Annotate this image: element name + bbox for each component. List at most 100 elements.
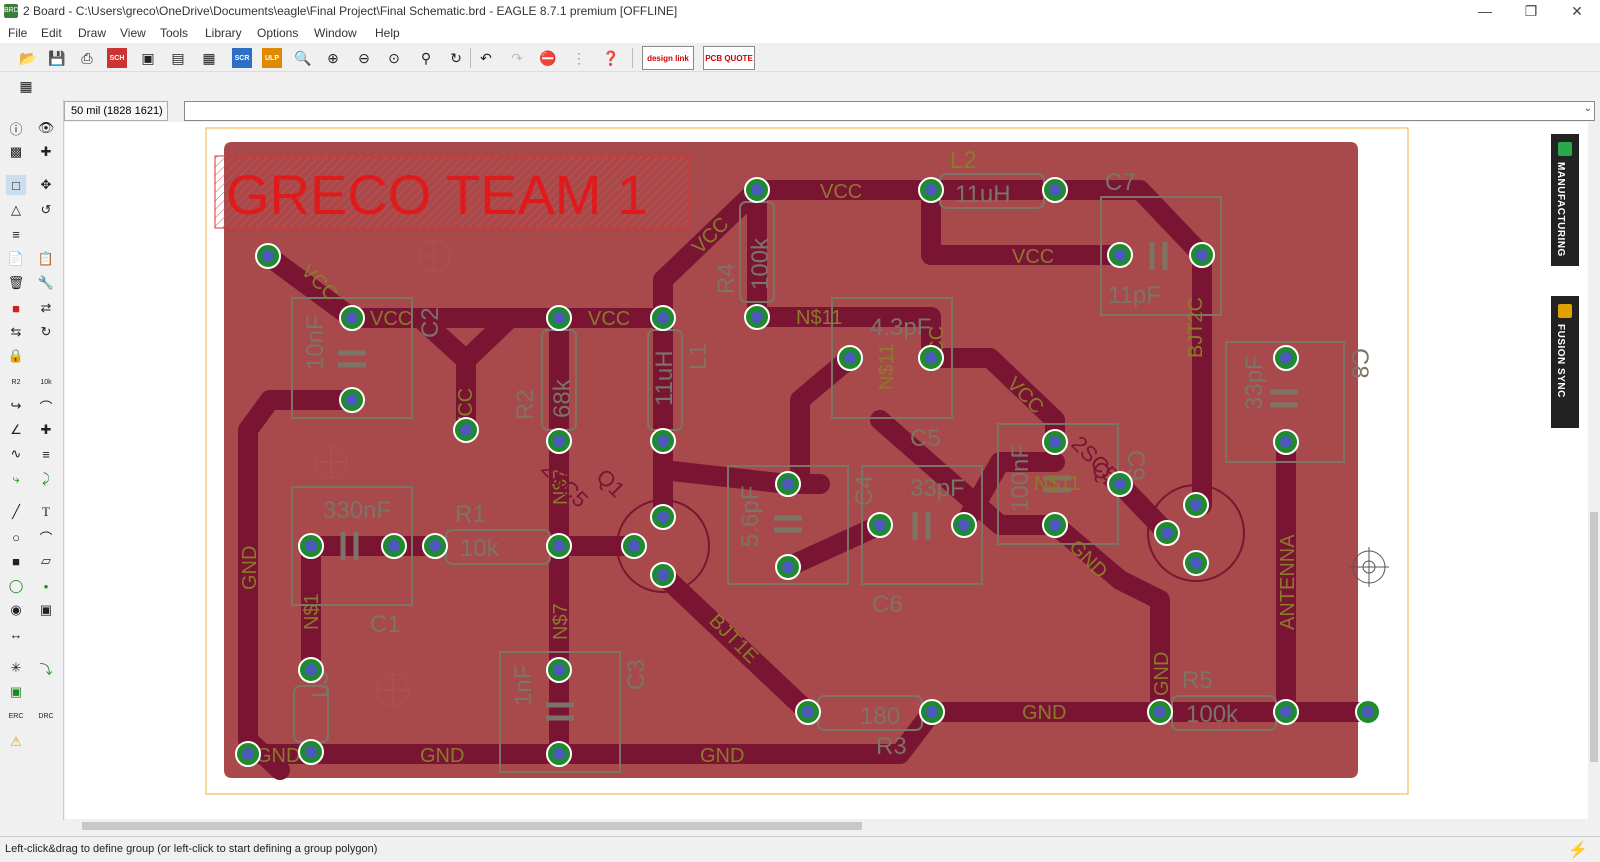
ripup-icon[interactable]: ⤸ bbox=[36, 469, 56, 489]
meander-icon[interactable]: ∿ bbox=[6, 444, 26, 464]
move-icon[interactable]: ✥ bbox=[36, 175, 56, 195]
mark-icon[interactable]: ✚ bbox=[36, 142, 56, 162]
save-icon[interactable]: 💾 bbox=[47, 48, 67, 68]
fusion-sync-tab[interactable]: FUSION SYNC bbox=[1551, 296, 1579, 428]
pad-hole bbox=[874, 519, 886, 531]
value-icon[interactable]: 10k bbox=[36, 372, 56, 392]
undo-icon[interactable]: ↶ bbox=[476, 48, 496, 68]
print-icon[interactable]: ⎙ bbox=[77, 48, 97, 68]
manufacturing-tab[interactable]: MANUFACTURING bbox=[1551, 134, 1579, 266]
menu-draw[interactable]: Draw bbox=[78, 26, 106, 40]
menu-library[interactable]: Library bbox=[205, 26, 242, 40]
close-button[interactable]: ✕ bbox=[1554, 0, 1600, 24]
horizontal-scroll-thumb[interactable] bbox=[82, 822, 862, 830]
pad-hole bbox=[1196, 249, 1208, 261]
pcb-layout[interactable]: GRECO TEAM 1 L2 11uH C7 11pF VCC VCC VCC… bbox=[65, 122, 1588, 819]
circle-icon[interactable]: ○ bbox=[6, 527, 26, 547]
rotate-icon[interactable]: ↺ bbox=[36, 200, 56, 220]
hole-icon[interactable]: ◉ bbox=[6, 600, 26, 620]
restore-button[interactable]: ❐ bbox=[1508, 0, 1554, 24]
pad-hole bbox=[657, 511, 669, 523]
minimize-button[interactable]: — bbox=[1462, 0, 1508, 24]
auto-place-icon[interactable]: ▣ bbox=[6, 682, 26, 702]
command-line-input[interactable]: ⌄ bbox=[184, 101, 1595, 121]
lightning-icon[interactable]: ⚡ bbox=[1568, 840, 1588, 859]
net-n11-1: N$11 bbox=[796, 307, 842, 329]
vertical-scroll-thumb[interactable] bbox=[1590, 512, 1598, 762]
arc-icon[interactable]: ⌒ bbox=[36, 527, 56, 547]
stop-icon[interactable]: ⛔ bbox=[538, 48, 558, 68]
pad-hole bbox=[844, 352, 856, 364]
menu-help[interactable]: Help bbox=[375, 26, 400, 40]
polygon-icon[interactable]: ▱ bbox=[36, 551, 56, 571]
group-icon[interactable]: □ bbox=[6, 175, 26, 195]
route-diff-icon[interactable]: ≡ bbox=[36, 444, 56, 464]
copy-icon[interactable]: 📄 bbox=[6, 249, 26, 269]
signal-icon[interactable]: • bbox=[36, 576, 56, 596]
display-layers-icon[interactable]: ▩ bbox=[6, 142, 26, 162]
lock-icon[interactable]: ↻ bbox=[36, 322, 56, 342]
pad-hole bbox=[242, 748, 254, 760]
miter-icon[interactable]: ⌒ bbox=[36, 396, 56, 416]
schematic-switch-icon[interactable]: SCH bbox=[107, 48, 127, 68]
vertical-scrollbar[interactable] bbox=[1588, 122, 1600, 819]
drc-icon[interactable]: DRC bbox=[36, 706, 56, 726]
redraw-icon[interactable]: ↻ bbox=[446, 48, 466, 68]
go-icon[interactable]: ⋮ bbox=[569, 48, 589, 68]
erc-icon[interactable]: ERC bbox=[6, 706, 26, 726]
menu-file[interactable]: File bbox=[8, 26, 27, 40]
align-icon[interactable]: ≡ bbox=[6, 224, 26, 244]
optimize-icon[interactable]: ✚ bbox=[36, 420, 56, 440]
net-vcc-4: VCC bbox=[588, 308, 630, 330]
dimension-icon[interactable]: ↔ bbox=[6, 624, 26, 644]
route-icon[interactable]: ⤷ bbox=[6, 469, 26, 489]
zoom-fit-icon[interactable]: 🔍 bbox=[293, 48, 313, 68]
ratsnest-icon[interactable]: ✳ bbox=[6, 658, 26, 678]
show-icon[interactable]: 👁 bbox=[36, 118, 56, 138]
attribute-icon[interactable]: ▣ bbox=[36, 600, 56, 620]
text-icon[interactable]: T bbox=[36, 502, 56, 522]
menu-window[interactable]: Window bbox=[314, 26, 357, 40]
menu-tools[interactable]: Tools bbox=[160, 26, 188, 40]
via-icon[interactable]: ◯ bbox=[6, 576, 26, 596]
pcb-quote-button[interactable]: PCB QUOTE bbox=[703, 46, 755, 70]
menu-view[interactable]: View bbox=[120, 26, 146, 40]
delete-icon[interactable]: 🗑 bbox=[6, 273, 26, 293]
ulp-icon[interactable]: ULP bbox=[262, 48, 282, 68]
horizontal-scrollbar[interactable] bbox=[65, 819, 1588, 833]
cam-processor-icon[interactable]: ▤ bbox=[168, 48, 188, 68]
zoom-area-icon[interactable]: ⚲ bbox=[416, 48, 436, 68]
menu-options[interactable]: Options bbox=[257, 26, 298, 40]
library-icon[interactable]: ▦ bbox=[199, 48, 219, 68]
pad-hole bbox=[1154, 706, 1166, 718]
smash-icon[interactable]: ↪ bbox=[6, 396, 26, 416]
script-icon[interactable]: SCR bbox=[232, 48, 252, 68]
zoom-in-icon[interactable]: ⊕ bbox=[323, 48, 343, 68]
rectangle-icon[interactable]: ■ bbox=[6, 551, 26, 571]
paste-icon[interactable]: 📋 bbox=[36, 249, 56, 269]
menu-edit[interactable]: Edit bbox=[41, 26, 62, 40]
swap-icon[interactable]: ⇆ bbox=[6, 322, 26, 342]
padlock-icon[interactable]: 🔒 bbox=[6, 346, 26, 366]
warning-icon[interactable]: ⚠ bbox=[6, 732, 26, 752]
autorouter-icon[interactable]: ⤵ bbox=[36, 658, 56, 678]
cam-icon[interactable]: ▣ bbox=[138, 48, 158, 68]
zoom-select-icon[interactable]: ⊙ bbox=[384, 48, 404, 68]
split-icon[interactable]: ∠ bbox=[6, 420, 26, 440]
net-n1: N$1 bbox=[301, 593, 323, 630]
help-icon[interactable]: ❓ bbox=[601, 48, 621, 68]
add-icon[interactable]: ■ bbox=[6, 298, 26, 318]
name-icon[interactable]: R2 bbox=[6, 372, 26, 392]
info-icon[interactable]: ⓘ bbox=[6, 118, 26, 138]
open-icon[interactable]: 📂 bbox=[18, 48, 38, 68]
zoom-out-icon[interactable]: ⊖ bbox=[354, 48, 374, 68]
chevron-down-icon[interactable]: ⌄ bbox=[1584, 103, 1592, 114]
design-link-button[interactable]: design link bbox=[642, 46, 694, 70]
mirror-icon[interactable]: △ bbox=[6, 200, 26, 220]
redo-icon[interactable]: ↷ bbox=[507, 48, 527, 68]
grid-icon[interactable]: ▦ bbox=[16, 76, 36, 96]
line-icon[interactable]: ╱ bbox=[6, 502, 26, 522]
change-icon[interactable]: 🔧 bbox=[36, 273, 56, 293]
board-canvas[interactable]: GRECO TEAM 1 L2 11uH C7 11pF VCC VCC VCC… bbox=[65, 122, 1588, 819]
replace-icon[interactable]: ⇄ bbox=[36, 298, 56, 318]
